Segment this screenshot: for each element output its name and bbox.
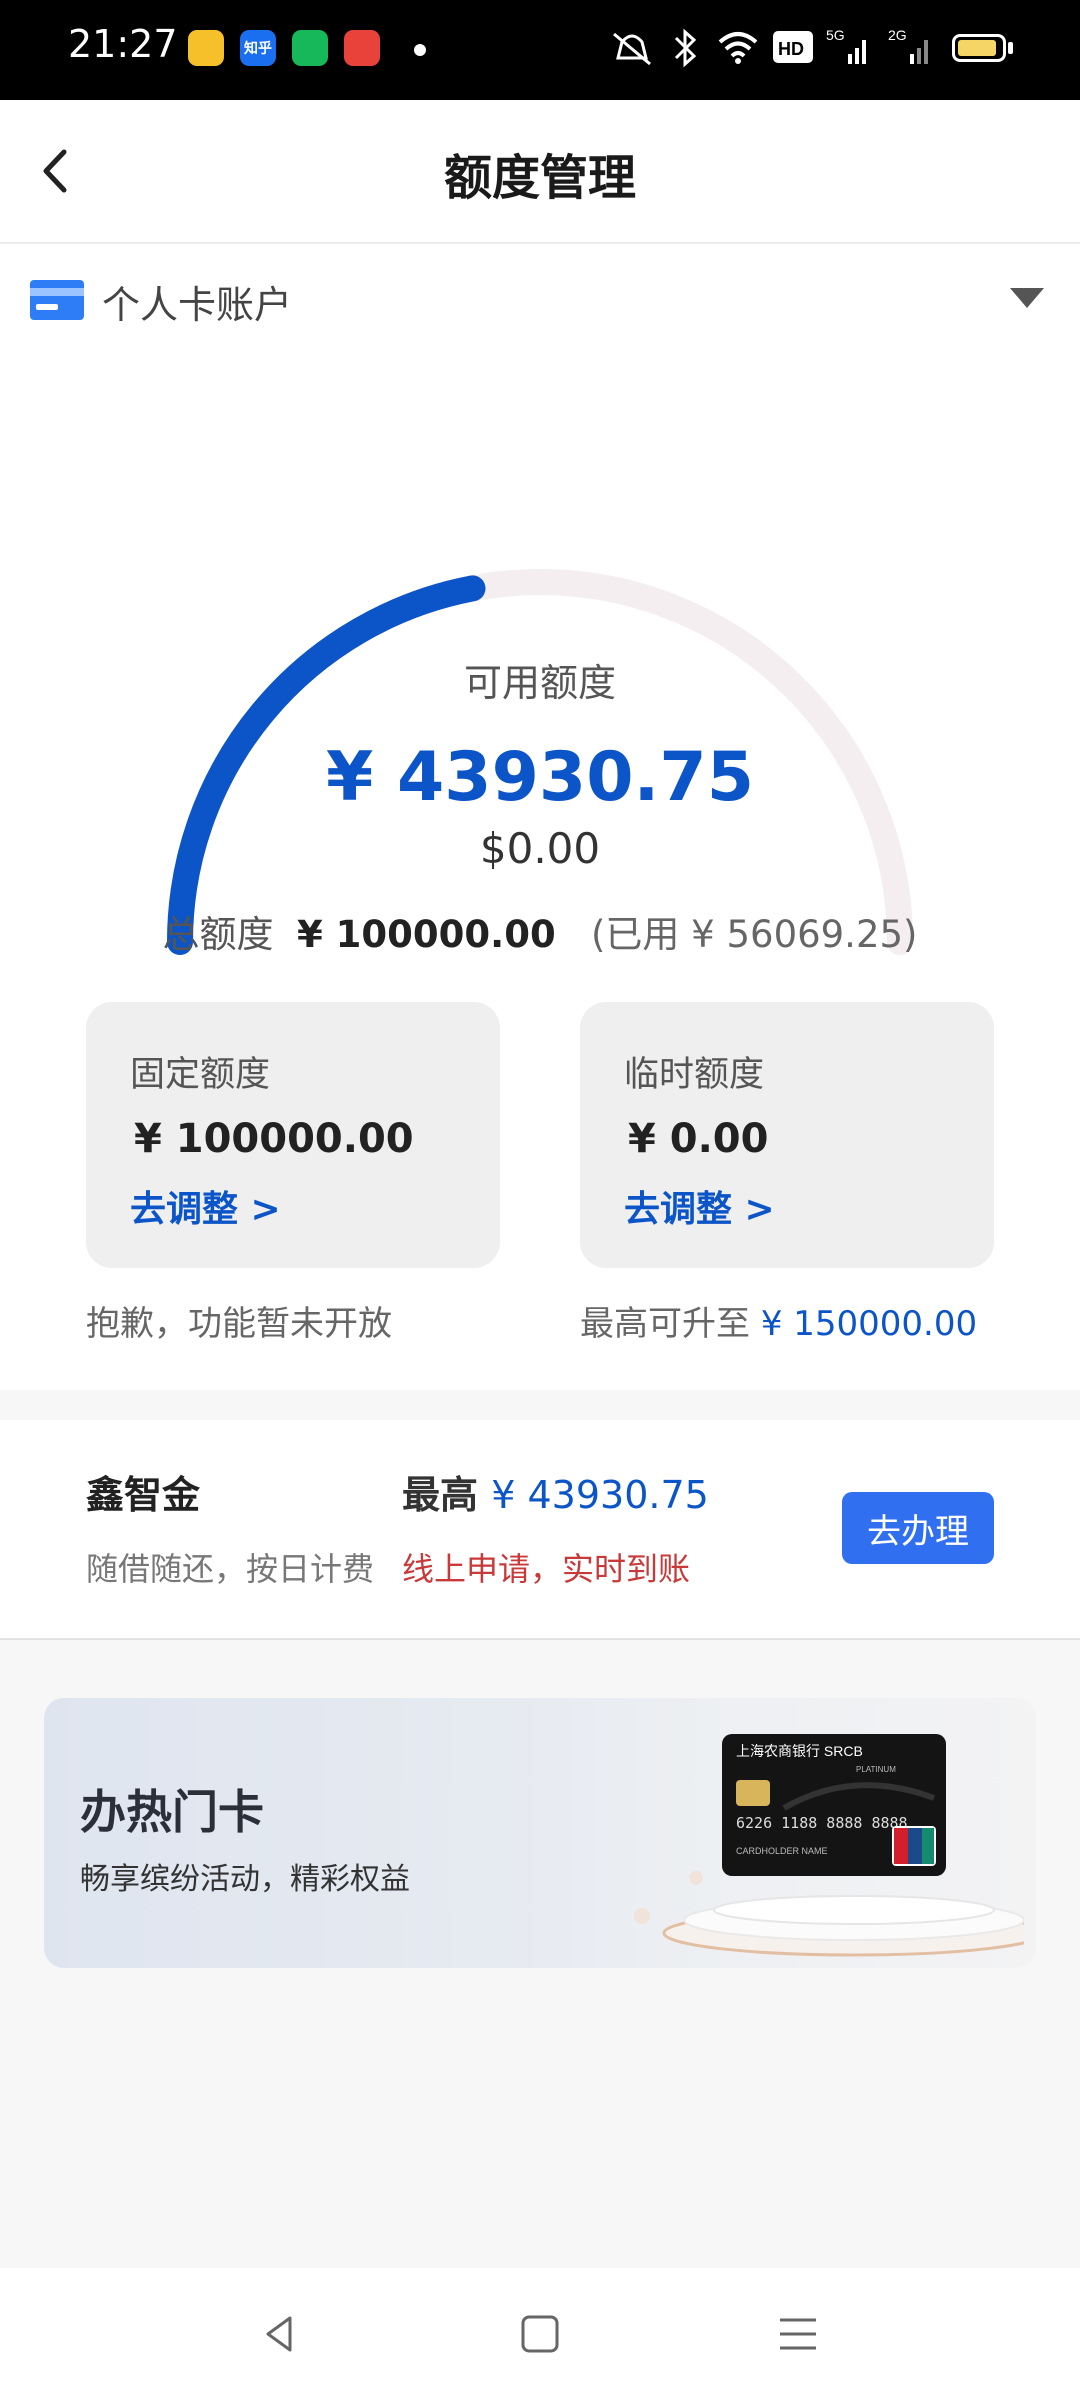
green-app-icon (292, 30, 328, 66)
card-holder: CARDHOLDER NAME (736, 1846, 828, 1856)
banner-subtitle: 畅享缤纷活动，精彩权益 (80, 1862, 410, 1897)
fixed-adjust-link[interactable]: 去调整 > (130, 1180, 281, 1232)
max-upgrade-label: 最高可升至 (580, 1304, 750, 1344)
loan-max-label: 最高 (402, 1473, 479, 1517)
total-credit-label: 总额度 (162, 913, 274, 956)
zhihu-app-icon: 知乎 (240, 30, 276, 66)
loan-promo-text: 线上申请，实时到账 (402, 1550, 691, 1588)
hot-card-banner[interactable]: 办热门卡 畅享缤纷活动，精彩权益 上海农商银行 SRCB PLATINUM 62… (44, 1698, 1036, 1968)
loan-max-amount: ¥ 43930.75 (491, 1473, 709, 1517)
credit-gauge (167, 569, 913, 955)
red-app-icon (344, 30, 380, 66)
account-selector-label[interactable]: 个人卡账户 (102, 274, 292, 329)
hd-icon: HD (773, 31, 813, 63)
nav-menu-icon[interactable] (768, 2304, 828, 2364)
system-nav-bar (0, 2268, 1080, 2400)
credit-limit-panel: 个人卡账户 可用额度 ¥ 43930.75 $0.00 总额度 ¥ 100000… (0, 244, 1080, 1390)
notification-dot-icon (414, 44, 426, 56)
loan-product-row: 鑫智金 最高 ¥ 43930.75 随借随还，按日计费 线上申请，实时到账 去办… (0, 1420, 1080, 1640)
signal-5g-icon: 5G (826, 27, 866, 64)
loan-description: 随借随还，按日计费 (86, 1550, 375, 1588)
temporary-limit-amount: ¥ 0.00 (628, 1116, 769, 1162)
loan-max-line: 最高 ¥ 43930.75 (402, 1464, 709, 1519)
signal-2g-icon: 2G (888, 27, 928, 64)
nav-back-icon[interactable] (250, 2304, 310, 2364)
status-bar: 21:27 知乎 HD 5G 2G (0, 0, 1080, 100)
card-bank-name: 上海农商银行 SRCB (736, 1743, 863, 1759)
nav-home-icon[interactable] (510, 2304, 570, 2364)
temporary-limit-card: 临时额度 ¥ 0.00 去调整 > (580, 1002, 994, 1268)
page-title: 额度管理 (443, 150, 636, 206)
available-credit-amount: ¥ 43930.75 (325, 738, 755, 817)
svg-text:5G: 5G (826, 27, 845, 43)
notes-app-icon (188, 30, 224, 66)
card-tier: PLATINUM (856, 1765, 896, 1774)
svg-text:2G: 2G (888, 27, 907, 43)
card-number: 6226 1188 8888 8888 (736, 1814, 908, 1832)
mute-icon (613, 32, 651, 66)
apply-loan-button[interactable]: 去办理 (842, 1492, 994, 1564)
svg-text:HD: HD (778, 39, 804, 59)
fixed-limit-title: 固定额度 (130, 1055, 271, 1095)
total-credit-amount: ¥ 100000.00 (297, 913, 556, 956)
clock: 21:27 (68, 22, 178, 66)
fixed-limit-card: 固定额度 ¥ 100000.00 去调整 > (86, 1002, 500, 1268)
top-nav-bar: 额度管理 (0, 100, 1080, 244)
battery-cap (1008, 42, 1013, 54)
dropdown-triangle-icon[interactable] (1008, 284, 1046, 312)
wifi-icon (718, 32, 758, 64)
bluetooth-icon (674, 28, 697, 68)
temporary-limit-note: 最高可升至 ¥ 150000.00 (580, 1296, 977, 1345)
loan-product-name: 鑫智金 (86, 1473, 201, 1517)
banner-title: 办热门卡 (80, 1785, 264, 1839)
temporary-limit-title: 临时额度 (624, 1055, 765, 1095)
available-credit-label: 可用额度 (463, 661, 616, 705)
used-credit: (已用 ¥ 56069.25) (590, 913, 918, 956)
fixed-limit-amount: ¥ 100000.00 (134, 1116, 414, 1162)
temporary-adjust-link[interactable]: 去调整 > (624, 1180, 775, 1232)
fixed-limit-note: 抱歉，功能暂未开放 (86, 1304, 392, 1344)
credit-card-illustration: 上海农商银行 SRCB PLATINUM 6226 1188 8888 8888… (634, 1734, 1024, 1957)
usd-balance: $0.00 (479, 824, 601, 873)
card-icon (30, 280, 84, 320)
battery-icon (952, 34, 1006, 62)
total-credit-line: 总额度 ¥ 100000.00 (已用 ¥ 56069.25) (0, 904, 1080, 958)
max-upgrade-amount: ¥ 150000.00 (760, 1304, 978, 1344)
